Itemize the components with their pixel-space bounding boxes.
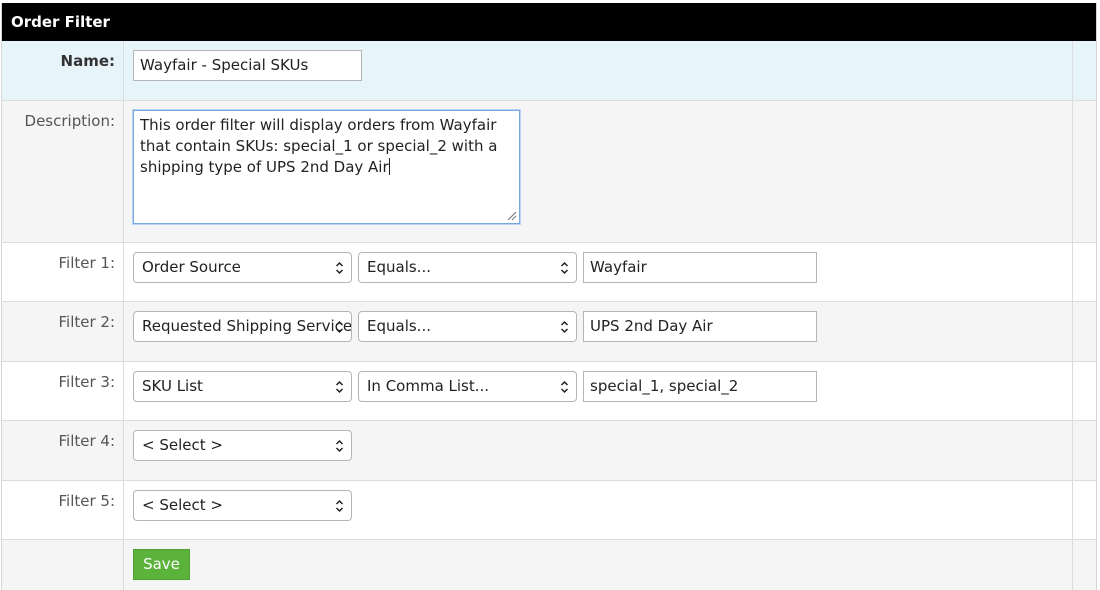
filter-3-value-input[interactable]: special_1, special_2 — [583, 371, 817, 402]
name-extra-cell — [1073, 41, 1096, 100]
filter-row-2: Filter 2: Requested Shipping Service Equ… — [2, 302, 1096, 362]
name-input[interactable]: Wayfair - Special SKUs — [133, 50, 362, 81]
filter-5-field-select[interactable]: < Select > — [133, 490, 352, 521]
filter-3-extra-cell — [1073, 362, 1096, 420]
chevron-up-down-icon — [335, 439, 344, 453]
chevron-up-down-icon — [560, 320, 569, 334]
filter-5-label: Filter 5: — [2, 481, 124, 539]
filter-2-operator-value: Equals... — [367, 317, 431, 335]
filter-4-cell: < Select > — [124, 421, 1073, 480]
filter-4-field-value: < Select > — [142, 436, 223, 454]
description-textarea[interactable]: This order filter will display orders fr… — [133, 110, 520, 224]
filter-row-5: Filter 5: < Select > — [2, 481, 1096, 540]
filter-3-label: Filter 3: — [2, 362, 124, 420]
filter-1-value-input[interactable]: Wayfair — [583, 252, 817, 283]
filter-2-extra-cell — [1073, 302, 1096, 361]
name-row: Name: Wayfair - Special SKUs — [2, 41, 1096, 101]
save-button[interactable]: Save — [133, 549, 190, 580]
description-cell: This order filter will display orders fr… — [124, 101, 1073, 242]
filter-2-value-input[interactable]: UPS 2nd Day Air — [583, 311, 817, 342]
filter-2-field-select[interactable]: Requested Shipping Service — [133, 311, 352, 342]
chevron-up-down-icon — [335, 380, 344, 394]
filter-1-cell: Order Source Equals... Wayfair — [124, 243, 1073, 301]
description-extra-cell — [1073, 101, 1096, 242]
filter-5-extra-cell — [1073, 481, 1096, 539]
save-extra-cell — [1073, 540, 1096, 590]
chevron-up-down-icon — [335, 499, 344, 513]
filter-3-field-value: SKU List — [142, 377, 203, 395]
name-cell: Wayfair - Special SKUs — [124, 41, 1073, 100]
filter-1-field-select[interactable]: Order Source — [133, 252, 352, 283]
save-cell: Save — [124, 540, 1073, 590]
filter-2-field-value: Requested Shipping Service — [142, 317, 352, 335]
filter-5-field-value: < Select > — [142, 496, 223, 514]
text-caret — [388, 158, 390, 175]
chevron-up-down-icon — [560, 261, 569, 275]
description-row: Description: This order filter will disp… — [2, 101, 1096, 243]
filter-2-cell: Requested Shipping Service Equals... UPS… — [124, 302, 1073, 361]
chevron-up-down-icon — [335, 320, 344, 334]
filter-4-field-select[interactable]: < Select > — [133, 430, 352, 461]
description-label: Description: — [2, 101, 124, 242]
save-row: Save — [2, 540, 1096, 590]
filter-4-extra-cell — [1073, 421, 1096, 480]
filter-3-operator-select[interactable]: In Comma List... — [358, 371, 577, 402]
description-text: This order filter will display orders fr… — [140, 116, 498, 176]
name-label: Name: — [2, 41, 124, 100]
chevron-up-down-icon — [335, 261, 344, 275]
chevron-up-down-icon — [560, 380, 569, 394]
filter-3-field-select[interactable]: SKU List — [133, 371, 352, 402]
filter-3-cell: SKU List In Comma List... special_1, spe… — [124, 362, 1073, 420]
filter-5-cell: < Select > — [124, 481, 1073, 539]
order-filter-panel: Order Filter Name: Wayfair - Special SKU… — [1, 3, 1097, 590]
filter-1-label: Filter 1: — [2, 243, 124, 301]
filter-3-operator-value: In Comma List... — [367, 377, 490, 395]
save-label-cell — [2, 540, 124, 590]
panel-title: Order Filter — [2, 3, 1096, 41]
filter-2-label: Filter 2: — [2, 302, 124, 361]
filter-1-extra-cell — [1073, 243, 1096, 301]
resize-grip-icon[interactable] — [507, 211, 517, 221]
filter-row-3: Filter 3: SKU List In Comma List... spec… — [2, 362, 1096, 421]
filter-1-operator-select[interactable]: Equals... — [358, 252, 577, 283]
filter-row-1: Filter 1: Order Source Equals... Wayfair — [2, 243, 1096, 302]
filter-1-operator-value: Equals... — [367, 258, 431, 276]
filter-row-4: Filter 4: < Select > — [2, 421, 1096, 481]
filter-2-operator-select[interactable]: Equals... — [358, 311, 577, 342]
filter-4-label: Filter 4: — [2, 421, 124, 480]
filter-1-field-value: Order Source — [142, 258, 241, 276]
